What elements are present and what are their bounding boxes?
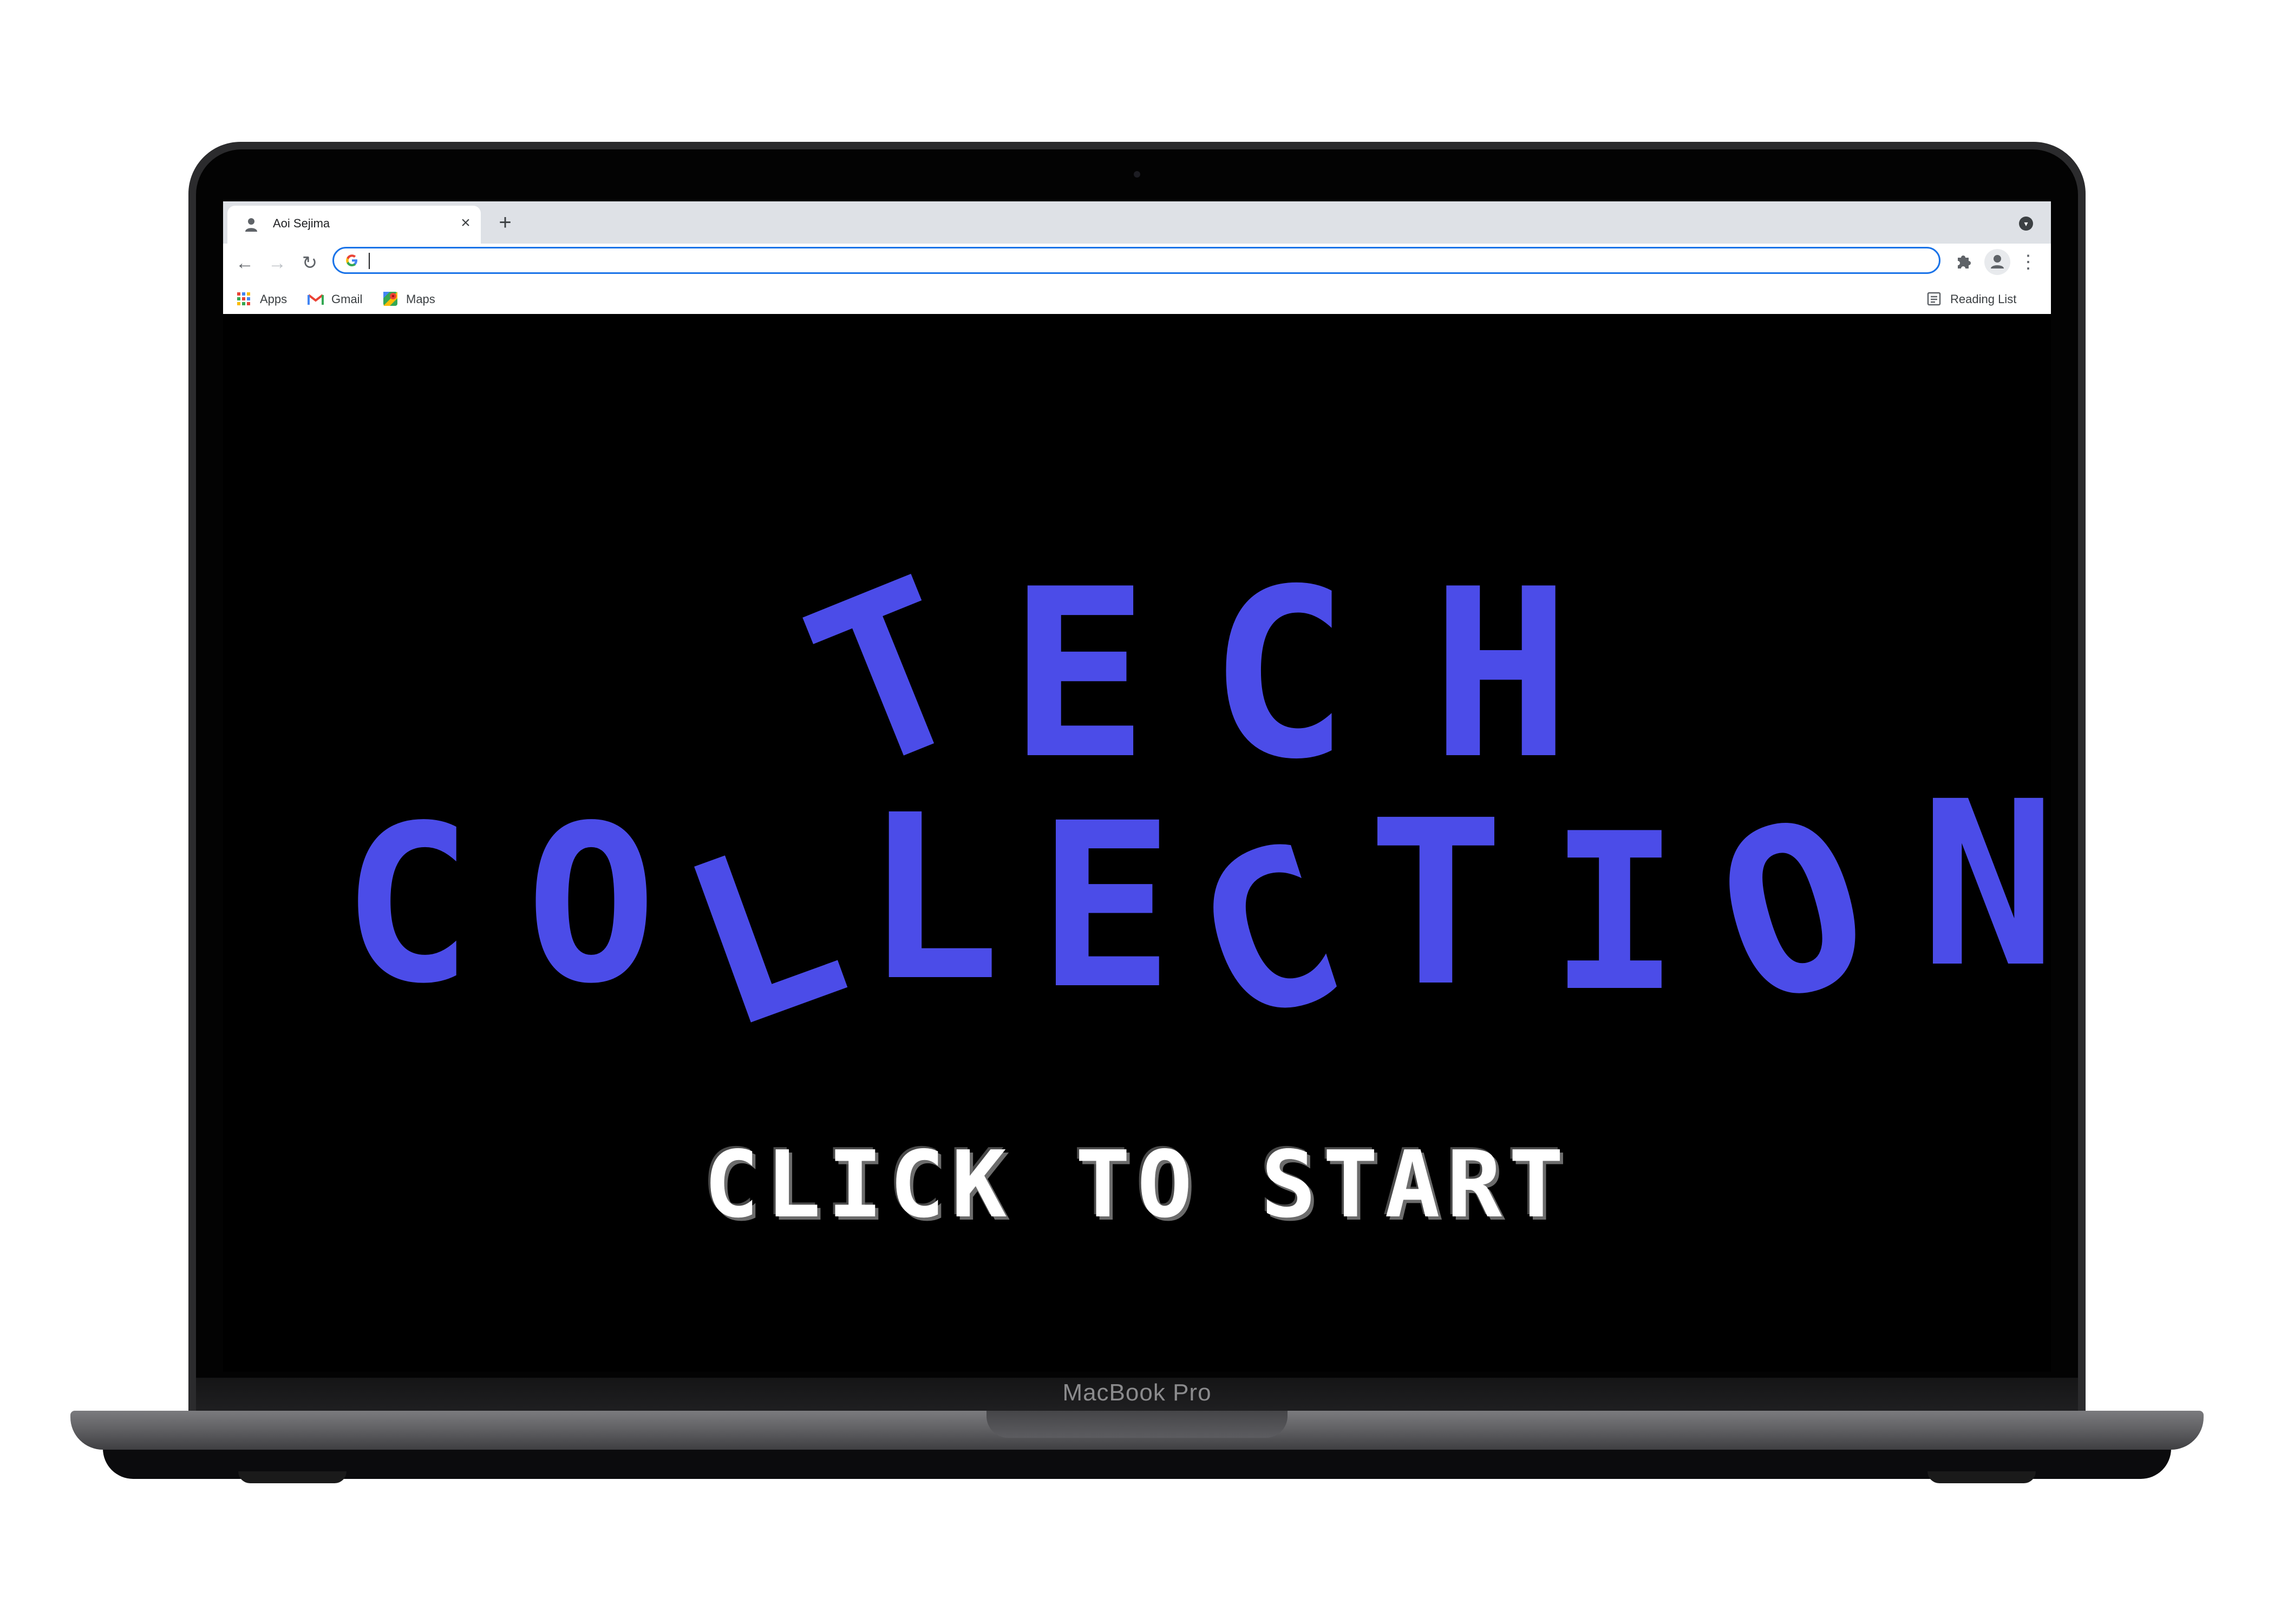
title-letter-collection-6: T — [1368, 772, 1505, 1037]
bookmark-gmail[interactable]: Gmail — [308, 289, 373, 309]
title-letter-collection-8: O — [1691, 767, 1896, 1059]
browser-toolbar: ← → ↻ ⋮ — [223, 244, 2051, 284]
laptop-foot — [238, 1471, 347, 1483]
browser-tab-strip: Aoi Sejima × + ▾ — [223, 201, 2051, 244]
game-canvas[interactable]: TECHCOLLECTION CLICK TO START — [223, 314, 2051, 1372]
puzzle-icon[interactable] — [1951, 250, 1975, 274]
forward-button[interactable]: → — [264, 250, 290, 276]
bookmark-maps[interactable]: Maps — [382, 289, 447, 309]
title-letter-tech-3: H — [1431, 540, 1571, 810]
maps-icon — [383, 292, 397, 306]
laptop-base-shadow — [103, 1449, 2171, 1479]
address-input[interactable] — [367, 252, 1926, 269]
address-bar[interactable] — [332, 247, 1940, 274]
text-caret — [369, 253, 370, 269]
model-label: MacBook Pro — [1062, 1379, 1212, 1406]
google-g-icon — [346, 254, 357, 266]
laptop-foot — [1927, 1471, 2036, 1483]
profile-button[interactable] — [1984, 249, 2010, 275]
bookmark-apps[interactable]: Apps — [236, 289, 296, 309]
reading-list-icon — [1927, 292, 1941, 306]
laptop-opening-notch — [986, 1411, 1288, 1438]
chevron-down-icon: ▾ — [2024, 219, 2028, 228]
title-letter-collection-2: L — [655, 786, 874, 1082]
browser-menu-button[interactable]: ⋮ — [2016, 250, 2040, 274]
gmail-icon — [308, 294, 324, 305]
arrow-right-icon: → — [268, 253, 286, 273]
camera-icon — [1134, 171, 1140, 178]
close-tab-button[interactable]: × — [456, 213, 475, 233]
tab-search-button[interactable]: ▾ — [2019, 217, 2033, 231]
tab-title: Aoi Sejima — [273, 217, 330, 230]
avatar-icon — [1991, 255, 2004, 269]
bookmark-label: Maps — [406, 292, 435, 306]
browser-tab[interactable]: Aoi Sejima × — [227, 206, 481, 244]
bookmark-label: Apps — [260, 292, 287, 306]
bookmark-label: Gmail — [331, 292, 363, 306]
back-button[interactable]: ← — [232, 250, 258, 276]
click-to-start-prompt[interactable]: CLICK TO START — [223, 1131, 2051, 1239]
reload-icon: ↻ — [302, 253, 318, 273]
title-letter-collection-7: I — [1550, 788, 1680, 1039]
profile-icon — [245, 218, 257, 232]
title-letter-collection-3: L — [864, 767, 1001, 1031]
title-letter-collection-4: E — [1037, 775, 1174, 1039]
arrow-left-icon: ← — [236, 253, 254, 273]
title-letter-tech-2: C — [1209, 540, 1349, 810]
title-letter-tech-1: E — [1009, 540, 1149, 810]
reload-button[interactable]: ↻ — [297, 250, 323, 276]
reading-list-label: Reading List — [1950, 292, 2017, 306]
title-letter-collection-9: N — [1920, 753, 2051, 1018]
apps-grid-icon — [237, 292, 250, 305]
title-letter-collection-5: C — [1167, 795, 1369, 1075]
title-letter-collection-0: C — [342, 780, 473, 1031]
reading-list-button[interactable]: Reading List — [1926, 289, 2040, 309]
kebab-menu-icon: ⋮ — [2019, 252, 2037, 272]
laptop-screen: Aoi Sejima × + ▾ ← → ↻ ⋮ Apps Gmail Maps… — [223, 201, 2051, 1372]
title-letter-collection-1: O — [526, 780, 657, 1031]
bookmarks-bar: Apps Gmail Maps Reading List — [223, 284, 2051, 314]
new-tab-button[interactable]: + — [492, 209, 519, 236]
